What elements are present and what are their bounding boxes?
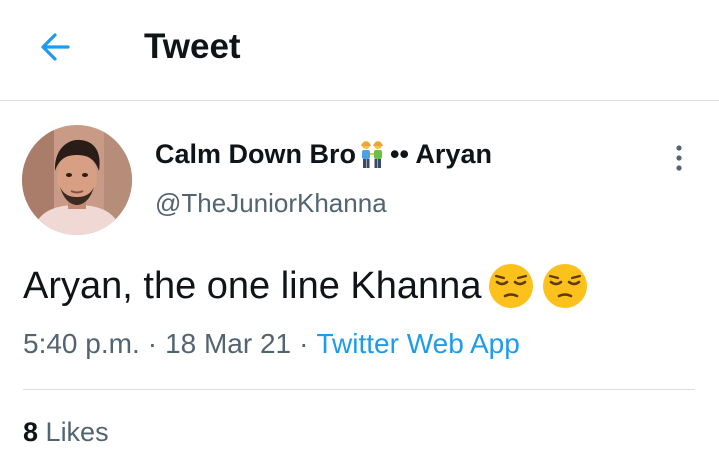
more-options-button[interactable]	[664, 138, 694, 178]
tweet-body: Aryan, the one line Khanna	[23, 264, 482, 307]
tweet-time[interactable]: 5:40 p.m.	[23, 328, 140, 359]
arrow-left-icon	[41, 33, 70, 61]
tweet-date[interactable]: 18 Mar 21	[165, 328, 291, 359]
likes-label: Likes	[45, 417, 109, 447]
author-display-name[interactable]: Calm Down Bro	[155, 139, 356, 170]
people-holding-hands-emoji	[361, 141, 384, 168]
author-name-row: Calm Down Bro •• Aryan	[155, 134, 492, 174]
tweet-source-link[interactable]: Twitter Web App	[316, 328, 519, 359]
vertical-ellipsis-icon	[676, 145, 682, 171]
meta-separator: ·	[299, 328, 309, 359]
avatar[interactable]	[22, 125, 132, 235]
likes-count: 8	[23, 417, 39, 447]
divider	[23, 389, 695, 390]
author-handle[interactable]: @TheJuniorKhanna	[155, 188, 387, 219]
meta-separator: ·	[147, 328, 158, 359]
top-bar: Tweet	[0, 0, 719, 101]
back-button[interactable]	[34, 26, 76, 68]
tweet-metadata: 5:40 p.m. · 18 Mar 21 · Twitter Web App	[23, 328, 520, 360]
page-title: Tweet	[144, 27, 241, 66]
author-display-name-suffix[interactable]: •• Aryan	[390, 139, 492, 170]
tweet-text: Aryan, the one line Khanna	[23, 262, 589, 310]
likes-link[interactable]: 8 Likes	[23, 417, 109, 448]
pensive-face-emoji	[489, 264, 534, 308]
avatar-photo	[22, 125, 132, 235]
pensive-face-emoji	[543, 264, 588, 308]
